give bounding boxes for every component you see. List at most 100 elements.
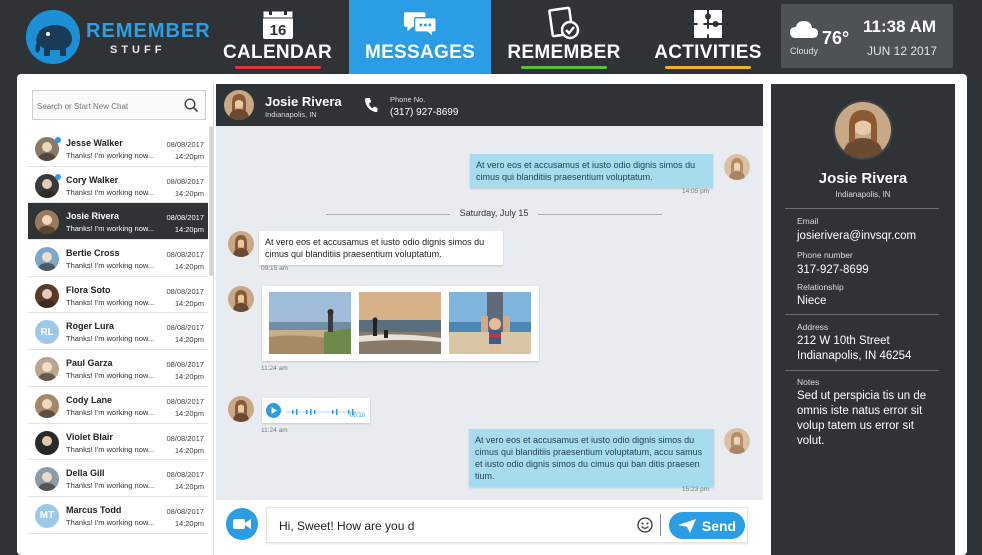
tab-remember[interactable]: REMEMBER: [505, 0, 623, 75]
photo-thumbnail-beach-walk[interactable]: [269, 292, 351, 354]
weather-temperature: 76°: [822, 28, 850, 48]
contact-time: 14:20pm: [174, 298, 204, 308]
tab-remember-label: REMEMBER: [507, 42, 621, 63]
app-logo[interactable]: REMEMBER STUFF: [26, 10, 210, 66]
profile-divider: [785, 208, 939, 209]
unread-indicator: [55, 173, 61, 180]
chat-bubbles-icon: [402, 6, 438, 42]
incoming-message: At vero eos et accusamus et iusto odio d…: [259, 231, 503, 265]
contact-preview: Thanks! I'm working now...: [66, 517, 155, 527]
contact-preview: Thanks! I'm working now...: [66, 151, 155, 160]
contact-list-item[interactable]: Violet Blair Thanks! I'm working now... 08…: [28, 424, 208, 461]
profile-divider: [785, 370, 939, 371]
voice-message-player: 00:10: [262, 398, 370, 423]
contact-date: 08/08/2017: [166, 140, 204, 149]
message-input[interactable]: Hi, Sweet! How are you d Send: [266, 507, 748, 543]
send-button[interactable]: Send: [669, 512, 745, 539]
search-input[interactable]: [37, 98, 177, 114]
contact-avatar: [35, 467, 59, 492]
logo-text-stuff: STUFF: [110, 44, 166, 56]
profile-name: Josie Rivera: [818, 170, 908, 187]
contact-avatar: [35, 210, 59, 235]
profile-email[interactable]: josierivera@invsqr.com: [797, 229, 916, 244]
profile-notes: Sed ut perspicia tis un de omnis iste na…: [797, 390, 927, 447]
relationship-label: Relationship: [797, 282, 844, 292]
contact-name: Cody Lane: [66, 394, 113, 405]
contact-name: Josie Rivera: [66, 211, 120, 222]
contact-list-item[interactable]: Bertie Cross Thanks! I'm working now... 08…: [28, 240, 208, 277]
contact-list-item[interactable]: Cody Lane Thanks! I'm working now... 08/08…: [28, 387, 208, 424]
contact-time: 14:20pm: [174, 188, 204, 198]
profile-relationship: Niece: [797, 295, 827, 307]
tab-messages-label: MESSAGES: [364, 42, 476, 63]
play-icon[interactable]: [266, 403, 281, 418]
current-date: JUN 12 2017: [867, 44, 938, 58]
chat-header-avatar[interactable]: [224, 90, 254, 120]
phone-icon[interactable]: [364, 97, 378, 118]
contact-preview: Thanks! I'm working now...: [66, 297, 155, 307]
audio-waveform[interactable]: [286, 403, 360, 415]
contact-list-item[interactable]: Paul Garza Thanks! I'm working now... 08/0…: [28, 350, 208, 387]
cloud-icon: [789, 18, 819, 45]
contact-list-item[interactable]: Della Gill Thanks! I'm working now... 08/0…: [28, 460, 208, 497]
calendar-icon: 16: [260, 6, 296, 42]
profile-phone[interactable]: 317-927-8699: [797, 263, 869, 278]
puzzle-icon: [690, 6, 726, 42]
tab-activities-label: ACTIVITIES: [654, 42, 762, 63]
contact-avatar: RL: [35, 320, 59, 345]
photo-attachment-group: [262, 286, 539, 361]
profile-address-line1: 212 W 10th Street: [797, 335, 890, 347]
message-input-text[interactable]: Hi, Sweet! How are you d: [279, 519, 414, 533]
video-call-button[interactable]: [226, 508, 258, 540]
contact-list-item[interactable]: Jesse Walker Thanks! I'm working now... 08…: [28, 130, 208, 167]
profile-address-line2: Indianapolis, IN 46254: [797, 350, 912, 362]
contact-preview: Thanks! I'm working now...: [66, 224, 155, 234]
message-timestamp: 11:24 am: [261, 427, 288, 434]
video-camera-icon: [233, 519, 251, 529]
address-label: Address: [797, 322, 829, 332]
chat-contact-phone[interactable]: (317) 927-8699: [390, 107, 458, 118]
send-button-label: Send: [701, 517, 737, 534]
contact-preview: Thanks! I'm working now...: [66, 334, 155, 344]
photo-thumbnail-child-beach[interactable]: [449, 292, 531, 354]
message-composer: Hi, Sweet! How are you d Send: [216, 500, 763, 555]
tab-activities-underline: [665, 66, 751, 69]
contact-list-item[interactable]: RL Roger Lura Thanks! I'm working now... 08…: [28, 313, 208, 351]
contact-avatar: [35, 393, 59, 418]
contact-list-item[interactable]: Flora Soto Thanks! I'm working now... 08/0…: [28, 277, 208, 314]
search-box[interactable]: [32, 90, 206, 120]
tab-messages[interactable]: MESSAGES: [349, 0, 491, 75]
contact-avatar: [228, 231, 254, 257]
chat-contact-name: Josie Rivera: [265, 94, 342, 109]
message-thread: At vero eos et accusamus et iusto odio d…: [216, 126, 763, 500]
photo-thumbnail-sunset-shore[interactable]: [359, 292, 441, 354]
contact-avatar: [35, 357, 59, 382]
top-bar: REMEMBER STUFF 16 CALENDAR MESSAGES REME…: [0, 0, 982, 75]
profile-avatar[interactable]: [833, 100, 893, 160]
phone-number-label: Phone number: [797, 250, 853, 260]
contact-name: Flora Soto: [66, 284, 111, 295]
input-divider: [660, 514, 661, 536]
contact-list-scrollbar[interactable]: [209, 126, 213, 276]
emoji-icon[interactable]: [637, 517, 653, 538]
contact-date: 08/08/2017: [166, 176, 204, 186]
contact-avatar: [724, 154, 750, 180]
contact-name: Violet Blair: [66, 431, 113, 442]
contact-time: 14:20pm: [174, 262, 204, 272]
contact-name: Paul Garza: [66, 358, 113, 369]
contact-preview: Thanks! I'm working now...: [66, 371, 155, 381]
tab-activities[interactable]: ACTIVITIES: [652, 0, 764, 75]
outgoing-message: At vero eos et accusamus et iusto odio d…: [470, 154, 713, 188]
contact-time: 14:20pm: [174, 518, 204, 528]
tab-calendar[interactable]: 16 CALENDAR: [223, 0, 332, 75]
contact-time: 14:20pm: [174, 372, 204, 382]
contact-list-item[interactable]: Josie Rivera Thanks! I'm working now... 08…: [28, 203, 208, 241]
contact-list-item[interactable]: Cory Walker Thanks! I'm working now... 08/…: [28, 167, 208, 204]
search-icon[interactable]: [184, 98, 199, 118]
email-label: Email: [797, 216, 819, 226]
contact-list-item[interactable]: MT Marcus Todd Thanks! I'm working now... 0…: [28, 497, 208, 534]
contact-date: 08/08/2017: [166, 213, 204, 223]
message-timestamp: 14:05 pm: [682, 188, 710, 195]
message-timestamp: 09:15 am: [261, 265, 289, 272]
contact-date: 08/08/2017: [166, 470, 204, 480]
